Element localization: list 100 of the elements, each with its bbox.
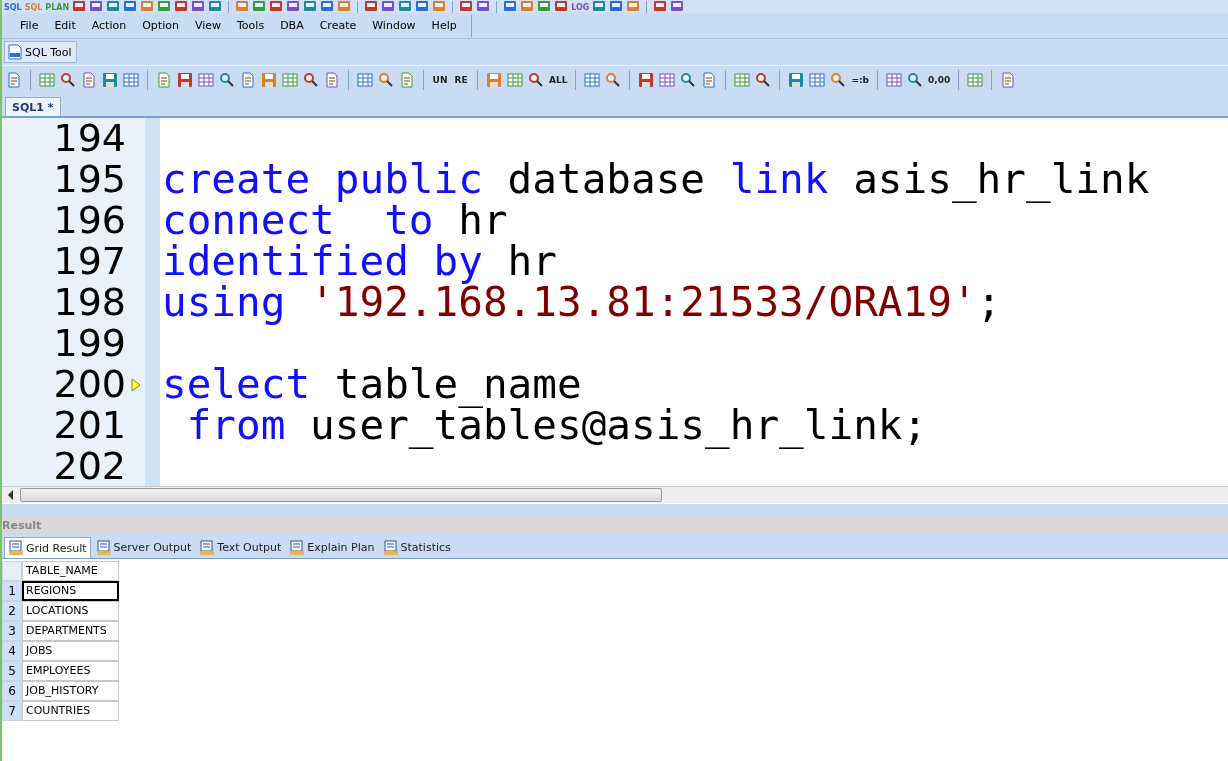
grid-icon: [584, 72, 601, 88]
toolbar-button[interactable]: [357, 70, 373, 90]
line-number: 198: [52, 282, 126, 323]
grid-icon: [886, 72, 903, 88]
window-icon: [364, 1, 379, 13]
toolbar-button[interactable]: [670, 1, 685, 13]
document-icon: [8, 540, 24, 556]
table-cell[interactable]: REGIONS: [22, 581, 119, 601]
window-icon: [670, 1, 685, 13]
toolbar-button[interactable]: RE: [453, 70, 469, 90]
menu-item[interactable]: Tools: [229, 19, 273, 32]
toolbar-button[interactable]: [89, 1, 104, 13]
result-tab[interactable]: Text Output: [196, 537, 285, 558]
menu-item[interactable]: Edit: [46, 19, 84, 32]
toolbar-button[interactable]: [592, 1, 607, 13]
toolbar-button[interactable]: [381, 1, 396, 13]
table-cell[interactable]: JOBS: [22, 641, 119, 661]
result-tab[interactable]: Statistics: [379, 537, 454, 558]
toolbar-button[interactable]: [459, 1, 474, 13]
menu-item[interactable]: Help: [423, 19, 465, 32]
toolbar-button[interactable]: [208, 1, 223, 13]
document-icon: [95, 539, 112, 556]
toolbar-button[interactable]: [537, 1, 552, 13]
table-cell[interactable]: COUNTRIES: [22, 701, 119, 721]
result-tab[interactable]: Explain Plan: [286, 537, 378, 558]
toolbar-button[interactable]: [174, 1, 189, 13]
toolbar-button[interactable]: [398, 1, 413, 13]
toolbar-button[interactable]: [252, 1, 267, 13]
window-icon: [303, 1, 318, 13]
line-number: 195: [52, 159, 126, 200]
toolbar-button[interactable]: [191, 1, 206, 13]
toolbar-button[interactable]: [303, 1, 318, 13]
scroll-left-arrow-icon[interactable]: [6, 489, 16, 501]
window-icon: [157, 1, 172, 13]
toolbar-button[interactable]: [123, 70, 139, 90]
window-icon: [191, 1, 206, 13]
toolbar-button[interactable]: LOG: [571, 1, 590, 13]
editor-tab[interactable]: SQL1 *: [5, 97, 61, 116]
window-icon: [609, 1, 624, 13]
toolbar-button[interactable]: [788, 70, 805, 90]
column-header[interactable]: TABLE_NAME: [22, 561, 119, 581]
result-tab[interactable]: Server Output: [92, 537, 195, 558]
toolbar-button[interactable]: [364, 1, 379, 13]
toolbar-button[interactable]: [476, 1, 491, 13]
menu-item[interactable]: Option: [134, 19, 187, 32]
row-number: 5: [2, 661, 22, 681]
page-icon: [6, 72, 22, 88]
menu-item[interactable]: Create: [311, 19, 365, 32]
toolbar-button[interactable]: ALL: [549, 70, 568, 90]
grid-icon: [282, 72, 298, 88]
toolbar-button[interactable]: UN: [432, 70, 448, 90]
search-icon: [755, 72, 772, 88]
menu-item[interactable]: View: [186, 19, 229, 32]
result-tab[interactable]: Grid Result: [4, 537, 91, 558]
menu-item[interactable]: Action: [83, 19, 135, 32]
search-icon: [303, 72, 319, 88]
menu-item[interactable]: File: [12, 19, 47, 32]
row-number: 2: [2, 601, 22, 621]
toolbar-button[interactable]: [198, 70, 214, 90]
line-number: 197: [52, 241, 126, 282]
code-line: identified by hr: [162, 241, 557, 282]
toolbar-button[interactable]: 0,00: [928, 70, 951, 90]
page-icon: [240, 72, 256, 88]
toolbar-button[interactable]: [102, 70, 118, 90]
toolbar-button[interactable]: [286, 1, 301, 13]
toolbar-button[interactable]: [554, 1, 569, 13]
toolbar-button[interactable]: [123, 1, 138, 13]
page-icon: [399, 72, 415, 88]
scrollbar-thumb[interactable]: [20, 488, 662, 502]
toolbar-button[interactable]: SQL: [4, 1, 22, 13]
search-icon: [830, 72, 847, 88]
toolbar-button[interactable]: [659, 70, 676, 90]
toolbar-button[interactable]: [72, 1, 87, 13]
table-cell[interactable]: LOCATIONS: [22, 601, 119, 621]
toolbar-button[interactable]: =:b: [851, 70, 870, 90]
toolbar-button[interactable]: [320, 1, 335, 13]
toolbar-button[interactable]: [269, 1, 284, 13]
grid-icon: [507, 72, 523, 88]
row-number: 6: [2, 681, 22, 701]
toolbar-button[interactable]: [809, 70, 826, 90]
grid-corner-cell[interactable]: [2, 561, 22, 581]
toolbar-button[interactable]: [653, 1, 668, 13]
toolbar-button[interactable]: [886, 70, 903, 90]
toolbar-button[interactable]: [609, 1, 624, 13]
grid-icon: [734, 72, 751, 88]
toolbar-button[interactable]: [177, 70, 193, 90]
table-cell[interactable]: DEPARTMENTS: [22, 621, 119, 641]
toolbar-button[interactable]: [157, 1, 172, 13]
sql-tool-button[interactable]: SQL Tool: [4, 41, 77, 63]
table-cell[interactable]: EMPLOYEES: [22, 661, 119, 681]
window-icon: [174, 1, 189, 13]
menu-item[interactable]: DBA: [272, 19, 312, 32]
menu-item[interactable]: Window: [364, 19, 424, 32]
toolbar-button[interactable]: [415, 1, 430, 13]
toolbar-button[interactable]: [584, 70, 601, 90]
toolbar-button[interactable]: [106, 1, 121, 13]
toolbar-button[interactable]: [503, 1, 518, 13]
window-icon: [252, 1, 267, 13]
table-cell[interactable]: JOB_HISTORY: [22, 681, 119, 701]
toolbar-button[interactable]: [638, 70, 655, 90]
